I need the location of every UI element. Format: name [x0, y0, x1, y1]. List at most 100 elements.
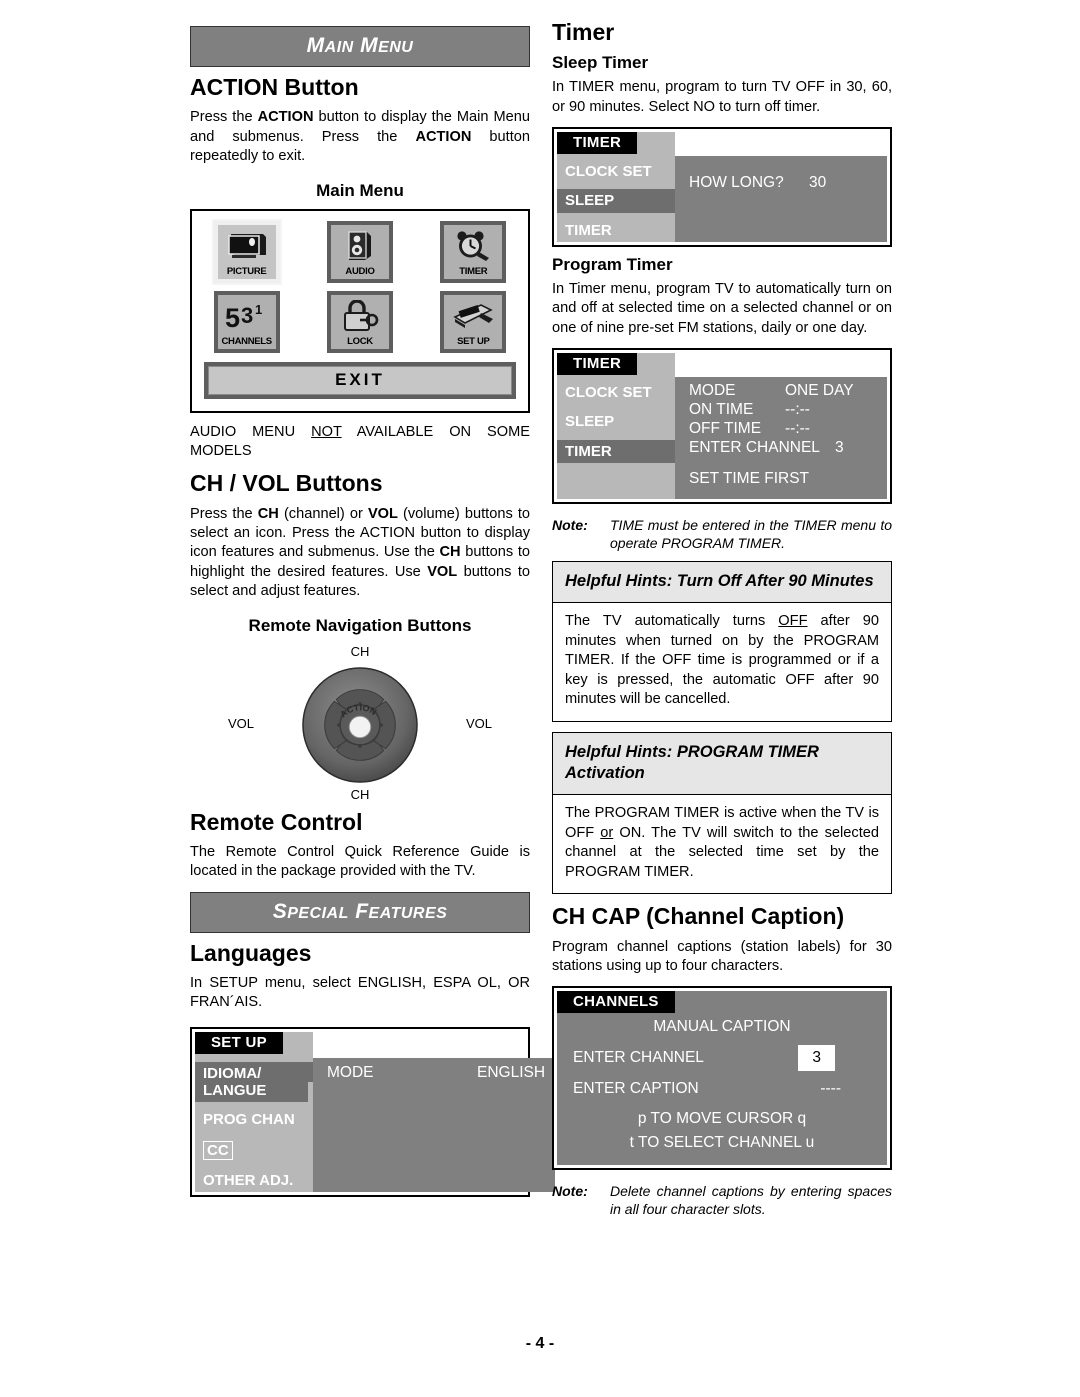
- menu-tile-label-lock: LOCK: [347, 336, 373, 348]
- osd-setup-row-mode: MODE ENGLISH: [327, 1064, 545, 1083]
- svg-text:3: 3: [241, 303, 253, 328]
- osd-setup-item-cc-label: CC: [203, 1140, 233, 1160]
- osd-setup-item-list: IDIOMA/ LANGUE PROG CHAN CC OTHER ADJ.: [195, 1031, 330, 1193]
- note-channel-captions: Note: Delete channel captions by enterin…: [552, 1182, 892, 1218]
- paragraph-ch-cap: Program channel captions (station labels…: [552, 938, 892, 974]
- osd-setup-item-langue[interactable]: LANGUE: [195, 1082, 309, 1103]
- menu-tile-setup[interactable]: SET UP: [440, 290, 507, 353]
- hint-title-90min: Helpful Hints: Turn Off After 90 Minutes: [565, 571, 874, 590]
- note-label: Note:: [552, 1183, 588, 1200]
- osd-sleep-item-timer[interactable]: TIMER: [557, 219, 675, 242]
- hint-title-activation: Helpful Hints: PROGRAM TIMER Activation: [565, 742, 819, 782]
- menu-tile-label-setup: SET UP: [457, 336, 490, 348]
- osd-program-row-off-time: OFF TIME --:--: [689, 420, 877, 439]
- alarm-clock-icon: [444, 225, 502, 268]
- paragraph-remote-control: The Remote Control Quick Reference Guide…: [190, 843, 530, 880]
- figure-caption-main-menu: Main Menu: [316, 180, 404, 200]
- page-number: - 4 -: [525, 1335, 555, 1352]
- menu-tile-channels[interactable]: 5 3 1 CHANNELS: [213, 290, 280, 353]
- osd-program-footer: SET TIME FIRST: [689, 470, 877, 489]
- manual-page: MAIN MENU ACTION Button Press the ACTION…: [0, 0, 1080, 1397]
- osd-setup-item-prog-chan[interactable]: PROG CHAN: [195, 1108, 313, 1131]
- osd-channels-menu: CHANNELS MANUAL CAPTION ENTER CHANNEL 3 …: [552, 986, 892, 1171]
- osd-program-item-sleep[interactable]: SLEEP: [557, 410, 675, 433]
- menu-tile-audio[interactable]: AUDIO: [326, 220, 393, 283]
- osd-program-row-enter-channel-value: 3: [835, 438, 844, 456]
- paragraph-audio-menu-note: AUDIO MENU NOT AVAILABLE ON SOME MODELS: [190, 423, 531, 459]
- osd-program-item-clock-set[interactable]: CLOCK SET: [557, 381, 675, 404]
- hint-paragraph-activation: The PROGRAM TIMER is active when the TV …: [565, 805, 879, 880]
- osd-setup-row-mode-value: ENGLISH: [477, 1063, 546, 1081]
- osd-program-row-on-time: ON TIME --:--: [689, 401, 877, 420]
- hint-body-90min: The TV automatically turns OFF after 90 …: [552, 603, 892, 722]
- figure-remote-navigation: CH VOL VOL CH ACTION: [190, 644, 530, 802]
- osd-program-item-timer[interactable]: TIMER: [557, 439, 675, 463]
- paragraph-action-button: Press the ACTION button to display the M…: [190, 109, 530, 165]
- remote-label-ch-bottom: CH: [350, 786, 370, 802]
- osd-channels-hint-cursor: p TO MOVE CURSOR q: [637, 1109, 807, 1127]
- heading-timer: Timer: [552, 19, 615, 45]
- osd-sleep-item-clock-set[interactable]: CLOCK SET: [557, 160, 675, 183]
- osd-program-row-enter-channel-label: ENTER CHANNEL: [689, 438, 820, 456]
- osd-setup-menu: SET UP IDIOMA/ LANGUE PROG CHAN CC OTHER…: [190, 1026, 556, 1198]
- osd-program-row-enter-channel: ENTER CHANNEL 3: [689, 439, 877, 458]
- remote-label-vol-right: VOL: [465, 715, 492, 731]
- osd-sleep-row-how-long-value: 30: [809, 174, 827, 192]
- osd-setup-item-other-adj[interactable]: OTHER ADJ.: [195, 1169, 313, 1192]
- osd-sleep-item-sleep[interactable]: SLEEP: [557, 189, 675, 213]
- svg-text:1: 1: [255, 302, 262, 317]
- section-banner-main-menu: MAIN MENU: [190, 26, 530, 67]
- osd-title-setup: SET UP: [195, 1031, 283, 1054]
- osd-program-detail-panel: MODE ONE DAY ON TIME --:-- OFF TIME --:-…: [675, 377, 887, 499]
- main-menu-exit-button[interactable]: EXIT: [204, 361, 516, 399]
- padlock-icon: [331, 295, 389, 338]
- note-text: Delete channel captions by entering spac…: [610, 1183, 892, 1218]
- hint-body-activation: The PROGRAM TIMER is active when the TV …: [552, 795, 892, 895]
- tv-picture-icon: [218, 225, 276, 268]
- banner-label-special-features: SPECIAL FEATURES: [272, 899, 448, 923]
- osd-setup-item-idioma[interactable]: IDIOMA/: [195, 1061, 313, 1083]
- menu-tile-label-channels: CHANNELS: [221, 336, 272, 348]
- channel-numbers-icon: 5 3 1: [218, 295, 276, 338]
- speaker-audio-icon: [331, 225, 389, 268]
- menu-tile-lock[interactable]: LOCK: [326, 290, 393, 353]
- remote-dial-icon[interactable]: ACTION: [301, 666, 419, 784]
- osd-sleep-row-how-long-label: HOW LONG?: [689, 174, 784, 192]
- paragraph-sleep-timer: In TIMER menu, program to turn TV OFF in…: [552, 79, 892, 115]
- osd-channels-header: MANUAL CAPTION: [653, 1018, 791, 1036]
- menu-tile-label-picture: PICTURE: [226, 266, 267, 278]
- osd-channels-hint-channel: t TO SELECT CHANNEL u: [629, 1134, 815, 1152]
- figure-caption-remote-nav: Remote Navigation Buttons: [248, 615, 472, 635]
- osd-title-timer-program: TIMER: [557, 353, 638, 376]
- osd-setup-item-cc[interactable]: CC: [195, 1138, 313, 1163]
- banner-label-main-menu: MAIN MENU: [306, 34, 414, 57]
- osd-sleep-row-how-long: HOW LONG? 30: [689, 174, 877, 193]
- osd-channels-row-enter-caption-label: ENTER CAPTION: [573, 1079, 699, 1097]
- main-menu-icon-grid: PICTURE AUDIO TIMER 5 3 1 CHANNELS LOCK …: [204, 220, 516, 353]
- osd-program-row-on-time-label: ON TIME: [689, 400, 754, 418]
- osd-program-row-mode-value: ONE DAY: [785, 382, 854, 400]
- osd-sleep-timer-menu: TIMER CLOCK SET SLEEP TIMER u HOW LONG? …: [552, 127, 892, 247]
- note-program-timer: Note: TIME must be entered in the TIMER …: [552, 516, 892, 552]
- osd-program-row-on-time-value: --:--: [785, 400, 810, 418]
- remote-label-vol-left: VOL: [228, 715, 255, 731]
- heading-action-button: ACTION Button: [190, 74, 359, 100]
- menu-tile-timer[interactable]: TIMER: [440, 220, 507, 283]
- osd-program-timer-menu: TIMER CLOCK SET SLEEP TIMER u MODE ONE D…: [552, 348, 892, 504]
- osd-program-footer-text: SET TIME FIRST: [689, 469, 809, 487]
- osd-setup-detail-panel: MODE ENGLISH: [313, 1057, 556, 1193]
- section-banner-special-features: SPECIAL FEATURES: [190, 891, 530, 933]
- paragraph-program-timer: In Timer menu, program TV to automatical…: [552, 280, 892, 336]
- menu-tile-picture[interactable]: PICTURE: [213, 220, 280, 283]
- osd-channels-row-enter-channel: ENTER CHANNEL 3: [573, 1045, 871, 1071]
- osd-channels-row-enter-channel-value[interactable]: 3: [798, 1045, 835, 1071]
- menu-tile-label-audio: AUDIO: [345, 266, 375, 278]
- subheading-sleep-timer: Sleep Timer: [552, 53, 649, 73]
- menu-tile-label-timer: TIMER: [459, 266, 488, 278]
- hint-box-title-90min: Helpful Hints: Turn Off After 90 Minutes: [552, 560, 892, 604]
- note-text: TIME must be entered in the TIMER menu t…: [610, 516, 892, 551]
- osd-program-row-mode-label: MODE: [689, 382, 736, 400]
- osd-title-timer-sleep: TIMER: [557, 132, 638, 155]
- svg-text:5: 5: [225, 303, 240, 331]
- osd-channels-row-enter-caption-value[interactable]: ----: [820, 1077, 841, 1100]
